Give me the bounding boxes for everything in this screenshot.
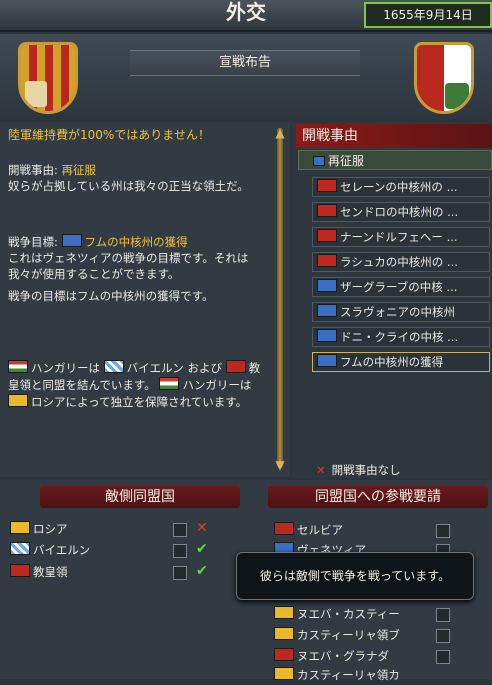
alliance-text-4: ハンガリーは <box>182 378 252 392</box>
call-ally-row: セルビア <box>274 520 343 540</box>
declare-war-banner: 宣戦布告 <box>130 50 360 76</box>
russia-flag-icon <box>10 521 30 534</box>
cb-label: 開戦事由: <box>8 163 62 177</box>
flag-icon <box>317 179 337 192</box>
cb-goal-item-selected[interactable]: フムの中核州の獲得 <box>312 352 490 372</box>
cb-goal-label: ラシュカの中核州の ... <box>340 255 458 269</box>
target-coat-of-arms-icon <box>414 42 474 114</box>
tooltip: 彼らは敵側で戦争を戦っています。 <box>236 552 474 600</box>
cb-goal-item[interactable]: スラヴォニアの中核州 <box>312 302 490 322</box>
castile-flag-icon <box>274 667 294 680</box>
call-allies-header: 同盟国への参戦要請 <box>268 486 488 508</box>
ally-name: バイエルン <box>33 543 91 557</box>
cb-goal-item[interactable]: センドロの中核州の ... <box>312 202 490 222</box>
check-icon: ✔ <box>196 541 208 557</box>
no-cb-label: 開戦事由なし <box>331 463 401 477</box>
alliance-text-2: バイエルン および <box>126 361 222 375</box>
enemy-ally-row: バイエルン <box>10 540 90 560</box>
no-cb-option[interactable]: ✕ 開戦事由なし <box>312 462 492 478</box>
castile-flag-icon <box>274 648 294 661</box>
hum-flag-icon <box>61 234 82 247</box>
cb-panel-header: 開戦事由 <box>296 124 492 148</box>
ally-name: カスティーリャ領カ <box>297 668 400 682</box>
war-goal-description: これはヴェネツィアの戦争の目標です。それは我々が使用することができます。 <box>8 251 249 281</box>
cb-goal-item[interactable]: ザーグラーブの中核 ... <box>312 277 490 297</box>
flag-icon <box>317 254 337 267</box>
ally-name: 教皇領 <box>33 565 68 579</box>
alliance-text-5: ロシアによって独立を保障されています。 <box>31 395 248 409</box>
russia-flag-icon <box>8 394 28 407</box>
cb-goal-item[interactable]: ナーンドルフェヘー ... <box>312 227 490 247</box>
checkbox[interactable] <box>436 524 450 538</box>
scroll-up-arrow-icon[interactable]: ▲ <box>272 126 288 140</box>
alliance-text-1: ハンガリーは <box>31 361 100 375</box>
checkbox[interactable] <box>173 566 187 580</box>
cb-line: 開戦事由: 再征服 <box>8 163 270 179</box>
cb-goal-label: センドロの中核州の ... <box>340 205 459 219</box>
enemy-ally-row: ロシア <box>10 519 68 539</box>
ally-name: ヌエバ・グラナダ <box>297 649 389 663</box>
cb-goal-label: フムの中核州の獲得 <box>340 355 444 369</box>
bavaria-flag-icon <box>10 542 30 555</box>
check-icon: ✔ <box>196 563 208 579</box>
cb-flag-icon <box>313 156 325 166</box>
war-goal-line: 戦争目標: フムの中核州の獲得 <box>8 234 270 251</box>
alliance-description: ハンガリーは バイエルン および 教皇領と同盟を結んでいます。 ハンガリーは ロ… <box>8 360 270 411</box>
serbia-flag-icon <box>274 522 294 535</box>
call-ally-row: ヌエバ・カスティー <box>274 604 400 624</box>
war-goal-label: 戦争目標: <box>8 235 62 249</box>
ally-name: ヌエバ・カスティー <box>297 607 400 621</box>
castile-flag-icon <box>274 627 294 640</box>
cb-selected[interactable]: 再征服 <box>298 150 492 170</box>
checkbox[interactable] <box>173 523 187 537</box>
checkbox[interactable] <box>436 608 450 622</box>
player-coat-of-arms-icon <box>18 42 78 114</box>
cb-selected-label: 再征服 <box>328 154 365 168</box>
papal-flag-icon <box>10 564 30 577</box>
x-icon: ✕ <box>316 463 326 477</box>
cb-value: 再征服 <box>61 163 97 177</box>
bavaria-flag-icon <box>103 360 124 373</box>
enemy-allies-header: 敵側同盟国 <box>40 486 240 508</box>
flag-icon <box>317 304 337 317</box>
ally-name: カスティーリャ領ブ <box>297 628 400 642</box>
enemy-ally-row: 教皇領 <box>10 562 68 582</box>
flag-icon <box>317 229 337 242</box>
castile-flag-icon <box>274 606 294 619</box>
cb-description: 奴らが占拠している州は我々の正当な領土だ。 <box>8 179 249 193</box>
cb-goal-item[interactable]: セレーンの中核州の ... <box>312 177 490 197</box>
ally-name: セルビア <box>297 523 343 537</box>
hungary-flag-icon <box>8 360 28 373</box>
info-scrollbar[interactable] <box>277 128 283 468</box>
checkbox[interactable] <box>173 544 187 558</box>
flag-icon <box>317 354 337 367</box>
cb-goal-label: ナーンドルフェヘー ... <box>340 230 458 244</box>
war-goal-value: フムの中核州の獲得 <box>84 235 188 249</box>
cb-goal-item[interactable]: ラシュカの中核州の ... <box>312 252 490 272</box>
cb-panel <box>292 122 492 478</box>
call-ally-row: カスティーリャ領ブ <box>274 625 400 645</box>
x-icon: ✕ <box>196 520 208 536</box>
flag-icon <box>317 204 337 217</box>
call-ally-row: ヌエバ・グラナダ <box>274 646 389 666</box>
checkbox[interactable] <box>436 629 450 643</box>
army-maintenance-warning: 陸軍維持費が100%ではありません！ <box>8 128 210 142</box>
ally-name: ロシア <box>33 522 68 536</box>
papal-flag-icon <box>225 360 246 373</box>
war-goal-description-2: 戦争の目標はフムの中核州の獲得です。 <box>8 289 214 303</box>
flag-icon <box>317 329 337 342</box>
call-ally-row: カスティーリャ領カ <box>274 665 400 685</box>
cb-goal-label: セレーンの中核州の ... <box>340 180 458 194</box>
cb-goal-label: スラヴォニアの中核州 <box>340 305 455 319</box>
cb-goal-item[interactable]: ドニ・クライの中核 ... <box>312 327 490 347</box>
cb-goal-label: ドニ・クライの中核 ... <box>340 330 459 344</box>
hungary-flag-icon <box>159 377 180 390</box>
cb-goal-label: ザーグラーブの中核 ... <box>340 280 458 294</box>
flag-icon <box>317 279 337 292</box>
date-display: 1655年9月14日 <box>364 2 492 28</box>
scroll-down-arrow-icon[interactable]: ▼ <box>272 458 288 472</box>
checkbox[interactable] <box>436 650 450 664</box>
